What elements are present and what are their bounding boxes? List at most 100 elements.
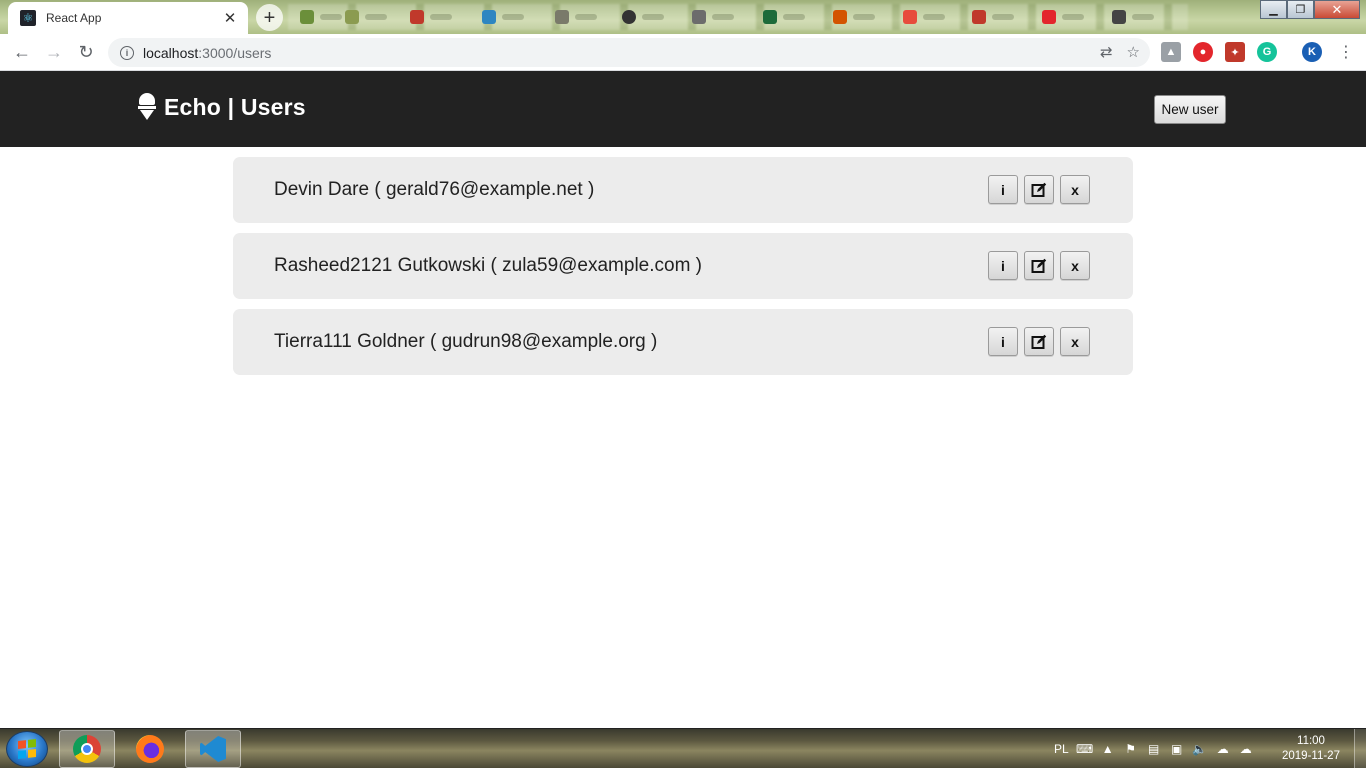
network-icon[interactable]: ▣	[1170, 742, 1184, 756]
windows-logo-icon	[18, 739, 36, 759]
user-actions: i x	[988, 327, 1090, 356]
background-tab[interactable]	[692, 8, 742, 26]
edit-icon	[1031, 334, 1047, 349]
user-info-button[interactable]: i	[988, 175, 1018, 204]
new-user-button[interactable]: New user	[1154, 95, 1226, 124]
reload-icon[interactable]: ↻	[74, 40, 98, 64]
user-row: Rasheed2121 Gutkowski ( zula59@example.c…	[233, 233, 1133, 299]
user-actions: i x	[988, 251, 1090, 280]
usb-device-icon[interactable]: ▤	[1147, 742, 1161, 756]
firefox-icon	[136, 735, 164, 763]
user-name: Rasheed2121 Gutkowski	[274, 255, 486, 276]
user-edit-button[interactable]	[1024, 327, 1054, 356]
system-tray: PL ⌨ ▲ ⚑ ▤ ▣ 🔈 ☁ ☁	[1054, 729, 1253, 768]
keyboard-icon[interactable]: ⌨	[1076, 742, 1093, 756]
language-indicator[interactable]: PL	[1054, 742, 1069, 756]
user-delete-button[interactable]: x	[1060, 175, 1090, 204]
taskbar-vscode[interactable]	[185, 730, 241, 768]
user-delete-button[interactable]: x	[1060, 251, 1090, 280]
edit-icon	[1031, 182, 1047, 197]
tab-title: React App	[46, 11, 102, 25]
info-icon: i	[1001, 333, 1005, 350]
show-desktop-button[interactable]	[1354, 729, 1366, 768]
drive-extension-icon[interactable]: ▲	[1161, 42, 1181, 62]
url-text: localhost:3000/users	[143, 44, 272, 61]
user-actions: i x	[988, 175, 1090, 204]
vscode-icon	[200, 736, 226, 762]
volume-icon[interactable]: 🔈	[1192, 742, 1207, 756]
page-title: Echo | Users	[164, 93, 306, 120]
user-email: gerald76@example.net	[385, 179, 583, 200]
browser-tab-strip: ⚛ React App ✕ + ▁ ❐ ✕	[0, 0, 1366, 34]
user-row: Devin Dare ( gerald76@example.net ) i x	[233, 157, 1133, 223]
user-list: Devin Dare ( gerald76@example.net ) i x …	[233, 157, 1133, 385]
new-tab-button[interactable]: +	[256, 4, 283, 31]
user-info: Tierra111 Goldner ( gudrun98@example.org…	[274, 331, 658, 352]
app-header: Echo | Users New user	[0, 71, 1366, 147]
delete-icon: x	[1071, 333, 1079, 350]
background-tab[interactable]	[410, 8, 460, 26]
delete-icon: x	[1071, 181, 1079, 198]
back-arrow-icon[interactable]: ←	[10, 40, 34, 64]
user-info: Devin Dare ( gerald76@example.net )	[274, 179, 595, 200]
background-tab[interactable]	[1112, 8, 1162, 26]
user-info-button[interactable]: i	[988, 327, 1018, 356]
user-delete-button[interactable]: x	[1060, 327, 1090, 356]
user-row: Tierra111 Goldner ( gudrun98@example.org…	[233, 309, 1133, 375]
translate-icon[interactable]: ⇄	[1100, 43, 1113, 61]
user-edit-button[interactable]	[1024, 251, 1054, 280]
taskbar-chrome[interactable]	[59, 730, 115, 768]
action-center-icon[interactable]: ⚑	[1124, 742, 1138, 756]
site-info-icon[interactable]: i	[120, 45, 134, 60]
minimize-icon[interactable]: ▁	[1260, 0, 1287, 19]
cloud-sync-icon[interactable]: ☁	[1216, 742, 1230, 756]
background-tab[interactable]	[300, 8, 350, 26]
background-tab[interactable]	[622, 8, 672, 26]
tab-close-icon[interactable]: ✕	[222, 9, 238, 27]
background-tab[interactable]	[903, 8, 953, 26]
user-email: zula59@example.com	[502, 255, 691, 276]
extension-icon[interactable]: ✦	[1225, 42, 1245, 62]
grammarly-extension-icon[interactable]: G	[1257, 42, 1277, 62]
edit-icon	[1031, 258, 1047, 273]
bookmark-star-icon[interactable]: ☆	[1127, 43, 1140, 61]
background-tab[interactable]	[972, 8, 1022, 26]
window-controls: ▁ ❐ ✕	[1260, 0, 1360, 20]
cloud-upload-icon[interactable]: ☁	[1239, 742, 1253, 756]
browser-menu-icon[interactable]: ⋮	[1334, 40, 1358, 64]
info-icon: i	[1001, 257, 1005, 274]
user-name: Devin Dare	[274, 179, 370, 200]
user-info-button[interactable]: i	[988, 251, 1018, 280]
forward-arrow-icon[interactable]: →	[42, 40, 66, 64]
clock-time: 11:00	[1297, 735, 1325, 747]
background-tab[interactable]	[763, 8, 813, 26]
delete-icon: x	[1071, 257, 1079, 274]
start-button[interactable]	[6, 731, 48, 767]
background-tab[interactable]	[345, 8, 395, 26]
user-edit-button[interactable]	[1024, 175, 1054, 204]
brand: Echo | Users	[138, 93, 306, 121]
background-tab[interactable]	[1042, 8, 1092, 26]
user-info: Rasheed2121 Gutkowski ( zula59@example.c…	[274, 255, 703, 276]
clock-date: 2019-11-27	[1282, 750, 1340, 762]
browser-toolbar: ← → ↻ i localhost:3000/users ⇄ ☆ ▲ ● ✦ G…	[0, 34, 1366, 71]
taskbar-firefox[interactable]	[122, 730, 178, 768]
background-tab[interactable]	[833, 8, 883, 26]
window-close-icon[interactable]: ✕	[1314, 0, 1360, 19]
address-bar[interactable]: i localhost:3000/users ⇄ ☆	[108, 38, 1150, 67]
background-tab[interactable]	[482, 8, 532, 26]
profile-avatar[interactable]: K	[1302, 42, 1322, 62]
taskbar-clock[interactable]: 11:00 2019-11-27	[1278, 734, 1344, 764]
show-hidden-icons-icon[interactable]: ▲	[1101, 742, 1115, 756]
adblock-extension-icon[interactable]: ●	[1193, 42, 1213, 62]
restore-icon[interactable]: ❐	[1287, 0, 1314, 19]
background-tab[interactable]	[555, 8, 605, 26]
windows-taskbar: PL ⌨ ▲ ⚑ ▤ ▣ 🔈 ☁ ☁ 11:00 2019-11-27	[0, 728, 1366, 768]
active-tab[interactable]: ⚛ React App ✕	[8, 2, 248, 34]
react-favicon-icon: ⚛	[20, 10, 36, 26]
chrome-icon	[73, 735, 101, 763]
info-icon: i	[1001, 181, 1005, 198]
user-email: gudrun98@example.org	[441, 331, 646, 352]
user-name: Tierra111 Goldner	[274, 331, 425, 352]
ice-cream-logo-icon	[138, 93, 156, 121]
